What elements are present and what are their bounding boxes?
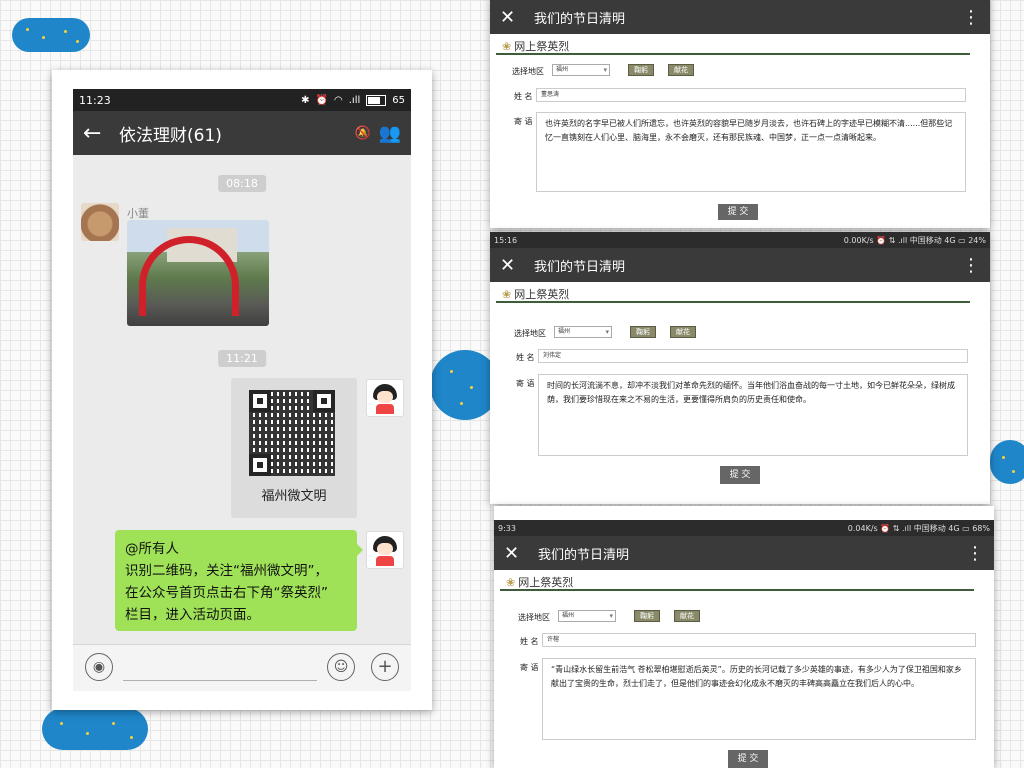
message-line: 栏目，进入活动页面。 (125, 607, 260, 623)
qr-code-icon (249, 390, 335, 476)
emoji-icon[interactable]: ☺ (327, 653, 355, 681)
section-header: ❀ 网上祭英烈 (490, 34, 990, 56)
flower-icon: ❀ (506, 576, 516, 589)
voice-icon[interactable]: ◉ (85, 653, 113, 681)
more-menu-icon[interactable]: ⋮ (966, 543, 984, 564)
form-header: ✕ 我们的节日清明 ⋮ (494, 536, 994, 570)
section-title: 网上祭英烈 (518, 576, 574, 589)
submit-button[interactable]: 提 交 (728, 750, 768, 768)
mute-bell-icon: 🔕 (354, 125, 371, 141)
section-divider (496, 53, 970, 55)
status-bar: 15:16 0.00K/s ⏰ ⇅ .ıll 中国移动 4G ▭ 24% (490, 232, 990, 248)
close-icon[interactable]: ✕ (504, 543, 538, 564)
avatar[interactable] (81, 203, 119, 241)
name-input[interactable]: 刘伟定 (538, 349, 968, 363)
status-icons: 0.04K/s ⏰ ⇅ .ıll 中国移动 4G ▭ 68% (847, 523, 990, 533)
name-input[interactable]: 董思涛 (536, 88, 966, 102)
section-header: ❀ 网上祭英烈 (490, 282, 990, 304)
close-icon[interactable]: ✕ (500, 7, 534, 28)
message-line: @所有人 (125, 541, 179, 557)
form-title: 我们的节日清明 (534, 11, 626, 27)
flower-button[interactable]: 献花 (674, 610, 700, 622)
message-label: 寄 语 (516, 379, 535, 388)
name-label: 姓 名 (514, 92, 533, 101)
region-select[interactable]: 福州 (552, 64, 610, 76)
message-textarea[interactable]: 时间的长河流淌不息，却冲不淡我们对革命先烈的缅怀。当年他们浴血奋战的每一寸土地，… (538, 374, 968, 456)
message-textarea[interactable]: 也许英烈的名字早已被人们所遗忘，也许英烈的容貌早已随岁月淡去，也许石碑上的字迹早… (536, 112, 966, 192)
bow-button[interactable]: 鞠躬 (630, 326, 656, 338)
region-label: 选择地区 (518, 613, 550, 622)
timestamp: 08:18 (218, 175, 266, 192)
section-title: 网上祭英烈 (514, 40, 570, 53)
status-time: 15:16 (494, 235, 518, 245)
message-label: 寄 语 (514, 117, 533, 126)
signal-icon: .ıll (348, 94, 361, 106)
avatar[interactable] (366, 379, 404, 417)
section-title: 网上祭英烈 (514, 288, 570, 301)
memorial-form-card: ✕ 我们的节日清明 ⋮ ❀网上祭英烈 选择地区 福州 鞠躬 献花 姓 名 董思涛… (490, 0, 990, 228)
text-message-bubble[interactable]: @所有人 识别二维码，关注“福州微文明”， 在公众号首页点击右下角“祭英烈” 栏… (115, 530, 363, 631)
submit-button[interactable]: 提 交 (718, 204, 758, 220)
region-select[interactable]: 福州 (554, 326, 612, 338)
flower-button[interactable]: 献花 (670, 326, 696, 338)
plus-icon[interactable]: + (371, 653, 399, 681)
more-menu-icon[interactable]: ⋮ (962, 7, 980, 28)
flower-icon: ❀ (502, 40, 512, 53)
image-message[interactable] (127, 220, 269, 326)
message-textarea[interactable]: “青山绿水长留生前浩气 苍松翠柏堪慰逝后英灵”。历史的长河记载了多少英雄的事迹，… (542, 658, 976, 740)
group-members-icon[interactable]: 👥 (371, 123, 401, 144)
form-header: ✕ 我们的节日清明 ⋮ (490, 248, 990, 282)
section-divider (500, 589, 974, 591)
submit-button[interactable]: 提 交 (720, 466, 760, 484)
bow-button[interactable]: 鞠躬 (628, 64, 654, 76)
battery-level: 65 (392, 94, 405, 106)
status-time: 11:23 (79, 93, 111, 107)
close-icon[interactable]: ✕ (500, 255, 534, 276)
status-bar: 9:33 0.04K/s ⏰ ⇅ .ıll 中国移动 4G ▭ 68% (494, 520, 994, 536)
wechat-chat-screen: 11:23 ✱ ⏰ ◠ .ıll 65 ← 依法理财(61) 🔕 👥 08:18… (73, 89, 411, 691)
message-input[interactable] (123, 680, 317, 681)
name-label: 姓 名 (520, 637, 539, 646)
more-menu-icon[interactable]: ⋮ (962, 255, 980, 276)
timestamp: 11:21 (218, 350, 266, 367)
alarm-icon: ⏰ (315, 94, 329, 106)
wifi-icon: ◠ (334, 94, 343, 106)
chat-screenshot-card: 11:23 ✱ ⏰ ◠ .ıll 65 ← 依法理财(61) 🔕 👥 08:18… (52, 70, 432, 710)
chat-header: ← 依法理财(61) 🔕 👥 (73, 111, 411, 155)
region-label: 选择地区 (514, 329, 546, 338)
name-label: 姓 名 (516, 353, 535, 362)
qr-code-image-message[interactable]: 福州微文明 (231, 378, 357, 518)
avatar[interactable] (366, 531, 404, 569)
region-select[interactable]: 福州 (558, 610, 616, 622)
name-input[interactable]: 许榕 (542, 633, 976, 647)
cloud-decoration (42, 708, 148, 750)
message-line: 在公众号首页点击右下角“祭英烈” (125, 585, 328, 601)
region-label: 选择地区 (512, 67, 544, 76)
form-title: 我们的节日清明 (538, 547, 630, 563)
message-line: 识别二维码，关注“福州微文明”， (125, 563, 328, 579)
flower-button[interactable]: 献花 (668, 64, 694, 76)
status-time: 9:33 (498, 523, 516, 533)
section-header: ❀ 网上祭英烈 (494, 570, 994, 592)
qr-label: 福州微文明 (261, 489, 327, 504)
bow-button[interactable]: 鞠躬 (634, 610, 660, 622)
battery-icon (366, 94, 387, 106)
chat-input-bar: ◉ ☺ + (73, 644, 411, 691)
sender-name: 小董 (127, 207, 149, 220)
status-icons: 0.00K/s ⏰ ⇅ .ıll 中国移动 4G ▭ 24% (843, 235, 986, 245)
chat-title: 依法理财(61) (119, 125, 222, 146)
back-arrow-icon[interactable]: ← (83, 121, 119, 146)
form-title: 我们的节日清明 (534, 259, 626, 275)
status-bar: 11:23 ✱ ⏰ ◠ .ıll 65 (73, 89, 411, 111)
cloud-decoration (990, 440, 1024, 484)
bluetooth-icon: ✱ (301, 94, 310, 106)
form-header: ✕ 我们的节日清明 ⋮ (490, 0, 990, 34)
cloud-decoration (12, 18, 90, 52)
message-label: 寄 语 (520, 663, 539, 672)
memorial-form-card: 15:16 0.00K/s ⏰ ⇅ .ıll 中国移动 4G ▭ 24% ✕ 我… (490, 232, 990, 504)
section-divider (496, 301, 970, 303)
flower-icon: ❀ (502, 288, 512, 301)
memorial-form-card: 9:33 0.04K/s ⏰ ⇅ .ıll 中国移动 4G ▭ 68% ✕ 我们… (494, 506, 994, 768)
